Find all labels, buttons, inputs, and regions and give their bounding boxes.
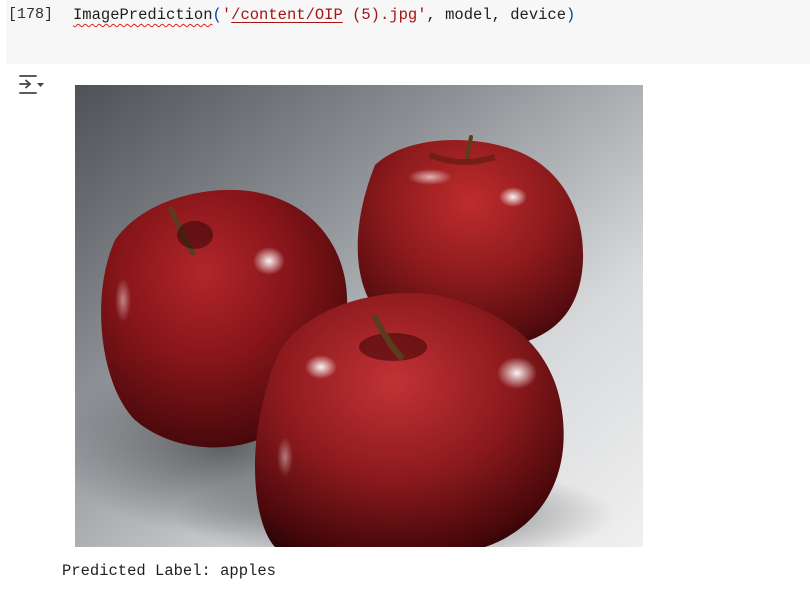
- code-cell[interactable]: [178] ImagePrediction('/content/OIP (5).…: [6, 0, 810, 64]
- string-path-link[interactable]: /content/OIP: [231, 6, 343, 24]
- output-collapse-icon[interactable]: [18, 72, 46, 98]
- output-image: [75, 85, 643, 547]
- string-path-rest: (5).jpg: [342, 6, 418, 24]
- string-quote-close: ': [417, 6, 427, 24]
- function-name: ImagePrediction: [73, 6, 213, 24]
- string-quote-open: ': [221, 6, 232, 24]
- code-line[interactable]: ImagePrediction('/content/OIP (5).jpg', …: [73, 6, 575, 24]
- predicted-label-text: Predicted Label: apples: [62, 562, 276, 580]
- code-args: , model, device: [426, 6, 567, 24]
- open-paren: (: [212, 6, 222, 24]
- close-paren: ): [566, 6, 576, 24]
- execution-count: [178]: [8, 6, 54, 23]
